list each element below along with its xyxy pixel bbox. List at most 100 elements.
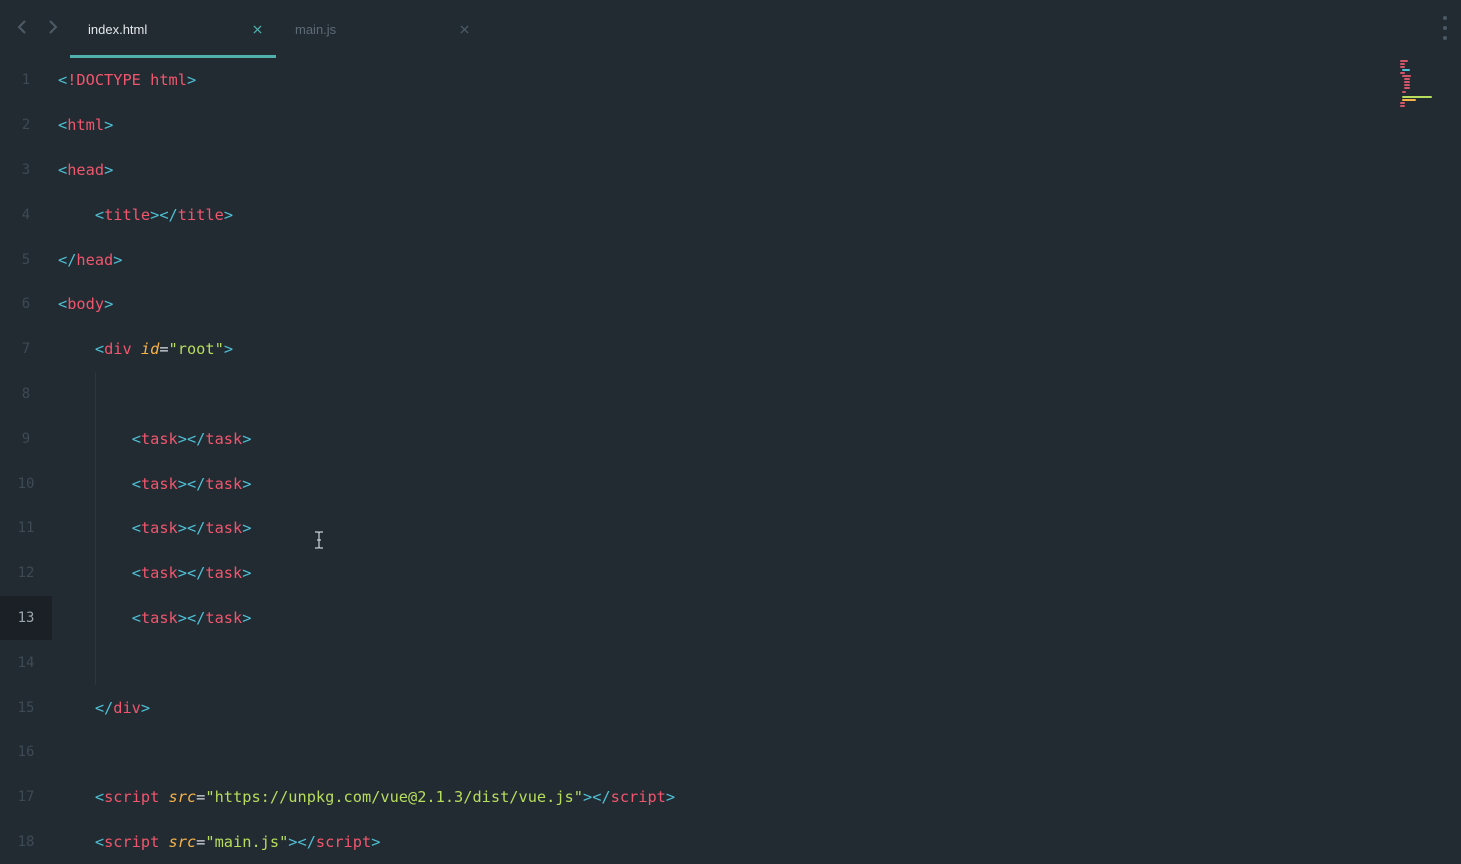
code-token: div [104, 340, 141, 359]
code-token: body [67, 295, 105, 314]
text-cursor-icon [315, 531, 323, 549]
indent-guide [94, 461, 96, 506]
code-token: < [94, 205, 105, 224]
minimap-line [1400, 66, 1405, 68]
code-token: head [76, 250, 114, 269]
back-button[interactable] [12, 15, 32, 39]
code-token: < [131, 519, 141, 538]
code-text: < !DOCTYPE html > [52, 58, 196, 103]
code-token: > [104, 116, 114, 135]
code-token: = [196, 788, 206, 807]
minimap-line [1400, 102, 1405, 104]
code-token: html [67, 116, 105, 135]
chevron-right-icon [49, 20, 58, 34]
close-tab-button[interactable] [250, 22, 264, 36]
code-line[interactable]: 6 < body > [0, 282, 1390, 327]
code-token: < [58, 160, 68, 179]
close-tab-button[interactable] [457, 22, 471, 36]
code-token: task [140, 519, 178, 538]
code-token: ></ [177, 564, 206, 583]
code-token: ></ [150, 205, 178, 224]
line-number: 18 [17, 833, 35, 850]
code-token: head [67, 160, 105, 179]
code-token: > [104, 295, 114, 314]
code-token: > [223, 340, 234, 359]
code-token: div [113, 698, 141, 717]
line-number: 4 [21, 206, 31, 223]
code-token: < [131, 608, 141, 627]
code-text: < task ></task > [52, 595, 252, 641]
code-line[interactable]: 14 [0, 640, 1390, 686]
code-text [52, 640, 96, 686]
tab-main-js[interactable]: main.js [277, 0, 483, 58]
code-token: title [104, 205, 151, 224]
code-text: </div > [52, 685, 150, 730]
code-token: > [371, 832, 381, 851]
minimap-line [1400, 63, 1405, 65]
code-token: </ [94, 698, 114, 717]
code-token: task [140, 608, 178, 627]
minimap[interactable] [1398, 58, 1438, 108]
code-line[interactable]: 5 </head > [0, 237, 1390, 282]
code-text: < div id = "root" > [52, 327, 233, 372]
code-token: </ [58, 250, 77, 269]
code-token: > [242, 474, 252, 493]
minimap-line [1400, 60, 1408, 62]
code-token: < [94, 340, 105, 359]
code-editor[interactable]: 1 < !DOCTYPE html >2 < html >3 < head >4 < title ><… [0, 58, 1390, 862]
indent-guide [94, 640, 96, 686]
line-number: 2 [21, 117, 31, 134]
code-line[interactable]: 9 < task ></task > [0, 416, 1390, 462]
code-line[interactable]: 15 </div > [0, 685, 1390, 730]
code-line[interactable]: 11 < task ></task > [0, 506, 1390, 551]
code-token: task [140, 429, 178, 448]
code-line[interactable]: 13 < task ></task > [0, 595, 1390, 641]
code-token: task [205, 519, 243, 538]
code-line[interactable]: 3 < head > [0, 148, 1390, 193]
more-vertical-icon[interactable] [1439, 16, 1451, 40]
code-token: < [58, 116, 68, 135]
code-token: > [186, 71, 197, 90]
tab-index-html[interactable]: index.html [70, 0, 276, 58]
code-line[interactable]: 1 < !DOCTYPE html > [0, 58, 1390, 103]
code-line[interactable]: 2 < html > [0, 103, 1390, 148]
code-line[interactable]: 10 < task ></task > [0, 461, 1390, 506]
code-token: script [610, 788, 666, 807]
code-token: task [205, 429, 243, 448]
code-token: < [131, 564, 141, 583]
code-line[interactable]: 17 < script src = "https://unpkg.com/vue@2.… [0, 775, 1390, 820]
code-text: < html > [52, 103, 113, 148]
code-token: > [242, 608, 252, 627]
minimap-line [1402, 99, 1416, 101]
code-token: ></ [177, 474, 206, 493]
code-token: > [242, 564, 252, 583]
line-number: 13 [0, 595, 52, 641]
dot [1443, 16, 1447, 20]
code-token: ></ [288, 832, 316, 851]
code-line[interactable]: 12 < task ></task > [0, 550, 1390, 596]
code-token: < [94, 832, 105, 851]
code-line[interactable]: 7 < div id = "root" > [0, 327, 1390, 372]
minimap-line [1404, 84, 1410, 86]
code-token: > [242, 429, 252, 448]
line-number: 8 [21, 385, 31, 402]
forward-button[interactable] [43, 15, 63, 39]
tab-label: main.js [295, 21, 337, 37]
code-token: task [140, 474, 178, 493]
code-token: > [104, 160, 114, 179]
code-line[interactable]: 18 < script src = "main.js" ></script > [0, 820, 1390, 864]
code-line[interactable]: 8 [0, 371, 1390, 417]
code-text: < task ></task > [52, 506, 251, 551]
code-token: "root" [168, 340, 224, 359]
code-token: "https://unpkg.com/vue@2.1.3/dist/vue.js… [205, 788, 583, 807]
code-token: < [94, 788, 105, 807]
code-line[interactable]: 4 < title ></title > [0, 192, 1390, 237]
code-token: > [140, 698, 151, 717]
code-line[interactable]: 16 [0, 730, 1390, 775]
indent-guide [94, 506, 96, 551]
code-text: </head > [52, 237, 122, 282]
